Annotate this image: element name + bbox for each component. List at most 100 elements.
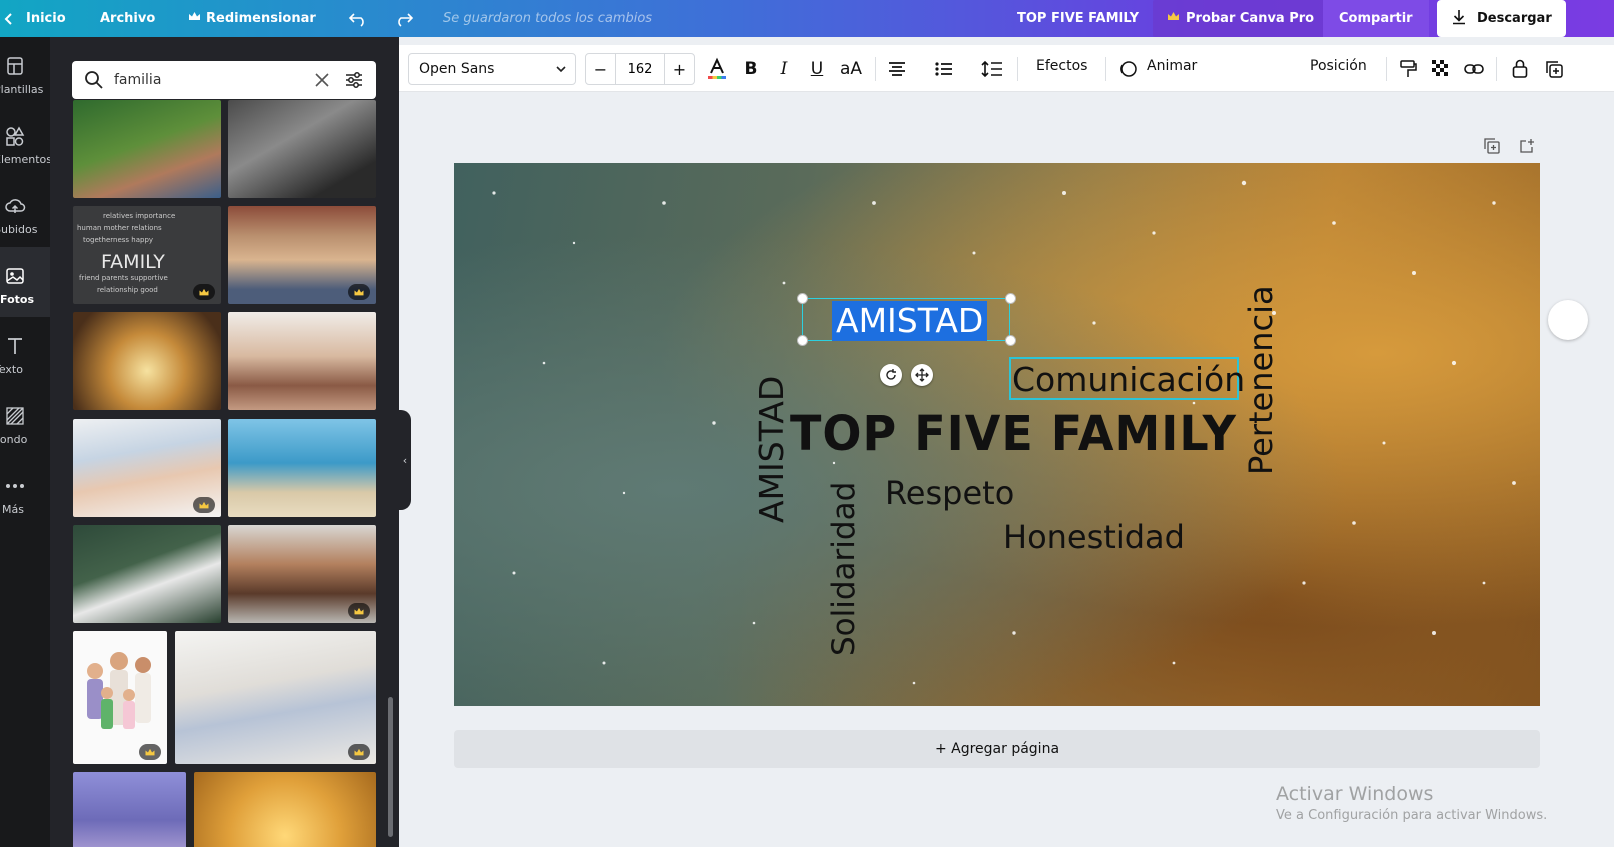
- undo-icon[interactable]: [348, 0, 368, 37]
- photo-thumbnail[interactable]: [228, 312, 376, 410]
- rotate-icon[interactable]: [880, 364, 902, 386]
- text-toolbar: Open Sans − + B I U aA Efectos Animar Po…: [399, 45, 1614, 92]
- rail-item-uploads[interactable]: Subidos: [0, 177, 50, 247]
- premium-crown-icon: [348, 284, 370, 300]
- list-button[interactable]: [932, 57, 956, 81]
- align-center-button[interactable]: [885, 57, 909, 81]
- photo-thumbnail[interactable]: [73, 525, 221, 623]
- photo-thumbnail[interactable]: [73, 772, 186, 847]
- rail-label: Texto: [0, 363, 23, 376]
- windows-watermark-title: Activar Windows: [1276, 783, 1434, 805]
- download-button[interactable]: Descargar: [1437, 0, 1566, 37]
- position-button[interactable]: Posición: [1310, 58, 1367, 74]
- rail-item-templates[interactable]: Plantillas: [0, 37, 50, 107]
- filter-icon[interactable]: [344, 70, 364, 90]
- lock-icon[interactable]: [1509, 57, 1531, 81]
- try-pro-label: Probar Canva Pro: [1186, 11, 1315, 26]
- text-comunicacion[interactable]: Comunicación: [1012, 360, 1245, 399]
- duplicate-page-icon[interactable]: [1484, 138, 1500, 154]
- rail-label: Fotos: [0, 293, 34, 306]
- letter-case-button[interactable]: aA: [837, 57, 865, 81]
- layout-icon: [7, 57, 23, 75]
- font-size-input[interactable]: [616, 54, 664, 84]
- search-input[interactable]: [114, 61, 304, 99]
- resize-handle[interactable]: [797, 293, 808, 304]
- design-canvas[interactable]: AMISTAD Comunicación TOP FIVE FAMILY Res…: [454, 163, 1540, 706]
- document-title[interactable]: TOP FIVE FAMILY: [1017, 0, 1139, 37]
- bullet-list-icon: [935, 62, 952, 76]
- text-pertenencia[interactable]: Pertenencia: [1242, 285, 1280, 475]
- font-size-decrease-button[interactable]: −: [586, 54, 616, 84]
- text-color-icon: [708, 57, 726, 79]
- top-bar: Inicio Archivo Redimensionar Se guardaro…: [0, 0, 1614, 37]
- rail-item-text[interactable]: Texto: [0, 317, 50, 387]
- copy-style-icon[interactable]: [1397, 57, 1419, 81]
- rail-item-more[interactable]: Más: [0, 457, 50, 527]
- try-pro-button[interactable]: Probar Canva Pro: [1153, 0, 1329, 37]
- transparency-icon[interactable]: [1430, 57, 1452, 81]
- underline-button[interactable]: U: [805, 57, 829, 81]
- divider: [1105, 57, 1106, 81]
- selected-text-amistad[interactable]: AMISTAD: [832, 301, 988, 341]
- resize-handle[interactable]: [1005, 335, 1016, 346]
- pattern-icon: [6, 407, 24, 425]
- close-icon[interactable]: [314, 72, 330, 88]
- download-label: Descargar: [1477, 11, 1552, 26]
- image-icon: [6, 268, 24, 284]
- move-icon[interactable]: [911, 364, 933, 386]
- redo-icon[interactable]: [394, 0, 414, 37]
- rail-item-photos[interactable]: Fotos: [0, 247, 50, 317]
- rail-item-elements[interactable]: Elementos: [0, 107, 50, 177]
- divider: [1496, 57, 1497, 81]
- duplicate-icon[interactable]: [1543, 57, 1565, 81]
- photo-thumbnail[interactable]: [228, 525, 376, 623]
- save-status: Se guardaron todos los cambios: [443, 11, 653, 26]
- font-size-increase-button[interactable]: +: [664, 54, 694, 84]
- photo-thumbnail[interactable]: [175, 631, 376, 764]
- photo-thumbnail[interactable]: [228, 419, 376, 517]
- photo-thumbnail[interactable]: [228, 100, 376, 198]
- text-honestidad[interactable]: Honestidad: [1003, 518, 1185, 556]
- link-icon[interactable]: [1463, 57, 1485, 81]
- panel-scrollbar[interactable]: [388, 697, 393, 837]
- left-rail: Plantillas Elementos Subidos Fotos Texto…: [0, 37, 50, 847]
- svg-text:relatives importance: relatives importance: [103, 212, 175, 220]
- text-amistad-vertical[interactable]: AMISTAD: [752, 376, 791, 523]
- text-color-button[interactable]: [705, 57, 729, 81]
- add-page-button[interactable]: + Agregar página: [454, 730, 1540, 768]
- photo-thumbnail[interactable]: [73, 419, 221, 517]
- resize-button[interactable]: Redimensionar: [188, 0, 316, 37]
- photo-thumbnail[interactable]: [194, 772, 376, 847]
- photo-thumbnail[interactable]: [228, 206, 376, 304]
- file-menu[interactable]: Archivo: [100, 0, 155, 37]
- svg-text:FAMILY: FAMILY: [101, 251, 165, 273]
- add-page-icon[interactable]: [1519, 138, 1535, 154]
- back-chevron-icon[interactable]: [4, 0, 14, 37]
- font-family-select[interactable]: Open Sans: [408, 53, 576, 85]
- text-title[interactable]: TOP FIVE FAMILY: [790, 405, 1237, 462]
- animate-button[interactable]: Animar: [1147, 58, 1197, 74]
- text-respeto[interactable]: Respeto: [885, 474, 1014, 512]
- home-link[interactable]: Inicio: [26, 0, 66, 37]
- collapse-panel-button[interactable]: ‹: [399, 410, 411, 510]
- photo-thumbnail[interactable]: [73, 312, 221, 410]
- italic-button[interactable]: I: [772, 57, 796, 81]
- resize-handle[interactable]: [797, 335, 808, 346]
- help-bubble-icon[interactable]: [1548, 300, 1588, 340]
- spacing-button[interactable]: [980, 57, 1004, 81]
- photos-panel: relatives importance human mother relati…: [50, 37, 399, 847]
- cloud-upload-icon: [5, 199, 26, 213]
- share-button[interactable]: Compartir: [1323, 0, 1429, 37]
- photo-thumbnail[interactable]: [73, 100, 221, 198]
- photo-thumbnail[interactable]: [73, 631, 167, 764]
- text-solidaridad[interactable]: Solidaridad: [826, 482, 862, 656]
- premium-crown-icon: [139, 744, 161, 760]
- download-icon: [1451, 9, 1467, 29]
- rail-item-background[interactable]: Fondo: [0, 387, 50, 457]
- svg-text:human mother relations: human mother relations: [77, 224, 162, 232]
- divider: [1386, 57, 1387, 81]
- resize-handle[interactable]: [1005, 293, 1016, 304]
- photo-thumbnail[interactable]: relatives importance human mother relati…: [73, 206, 221, 304]
- effects-button[interactable]: Efectos: [1036, 58, 1087, 74]
- bold-button[interactable]: B: [739, 57, 763, 81]
